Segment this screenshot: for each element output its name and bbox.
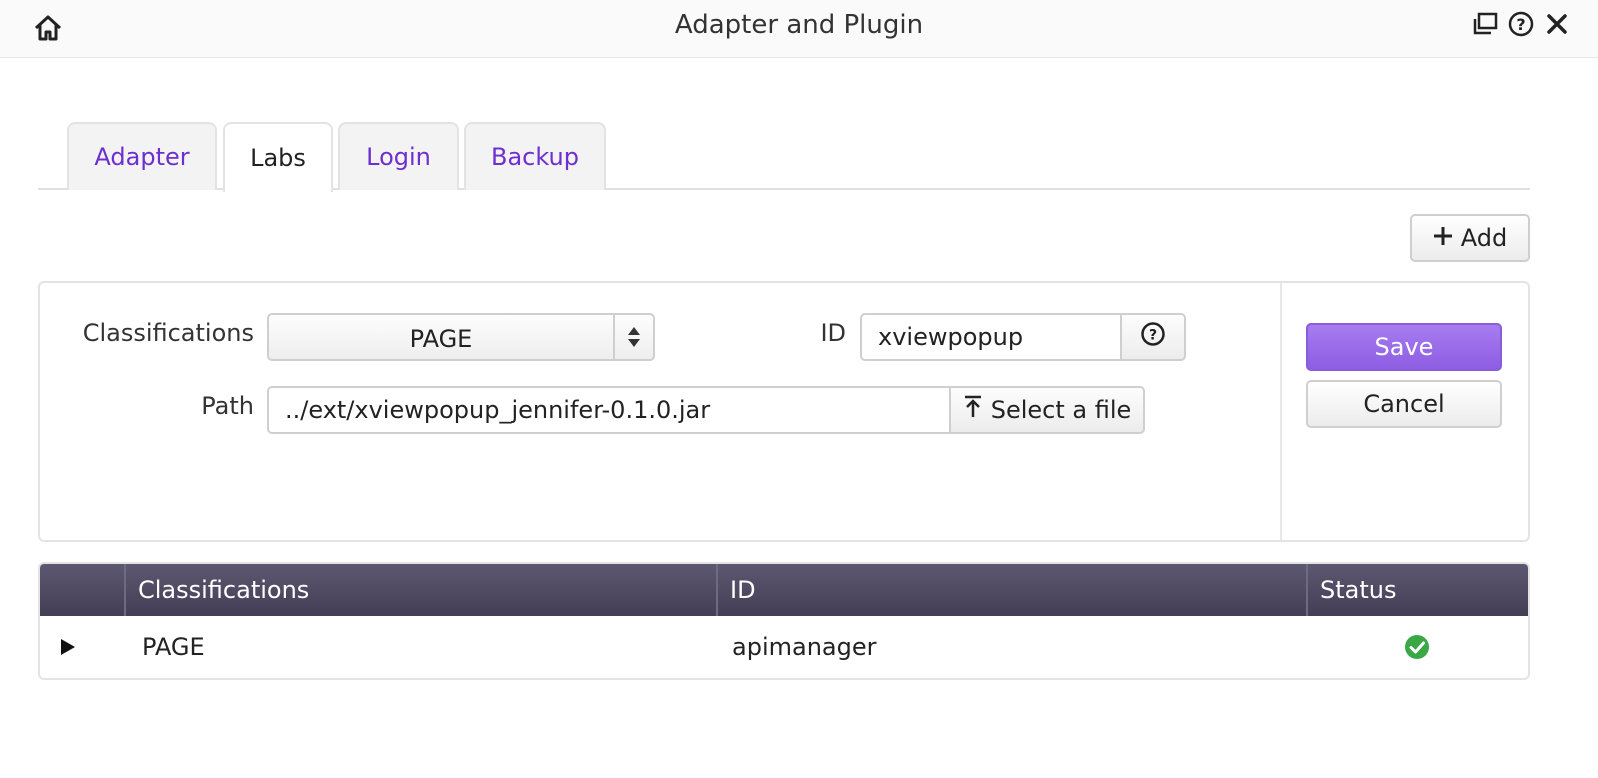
help-icon[interactable]: ? bbox=[1506, 8, 1536, 40]
select-file-button[interactable]: Select a file bbox=[949, 386, 1145, 434]
row-id: apimanager bbox=[732, 633, 877, 661]
column-header-classifications[interactable]: Classifications bbox=[124, 564, 716, 616]
svg-text:?: ? bbox=[1149, 328, 1157, 344]
path-label: Path bbox=[201, 392, 254, 420]
plugin-form: Classifications PAGE ID xviewpopup ? Pat… bbox=[38, 281, 1530, 542]
window-title: Adapter and Plugin bbox=[674, 10, 924, 40]
id-help-button[interactable]: ? bbox=[1120, 313, 1186, 361]
path-input[interactable]: ../ext/xviewpopup_jennifer-0.1.0.jar bbox=[267, 386, 951, 434]
select-arrows-icon bbox=[613, 315, 653, 359]
tab-backup[interactable]: Backup bbox=[464, 122, 606, 190]
plus-icon bbox=[1433, 224, 1453, 252]
save-button[interactable]: Save bbox=[1306, 323, 1502, 371]
table-row[interactable]: PAGE apimanager bbox=[40, 616, 1528, 678]
status-ok-icon bbox=[1404, 616, 1434, 678]
id-label: ID bbox=[820, 319, 846, 347]
column-header-id[interactable]: ID bbox=[716, 564, 1306, 616]
plugin-table: Classifications ID Status PAGE apimanage… bbox=[38, 562, 1530, 680]
title-bar: Adapter and Plugin ? bbox=[0, 0, 1598, 58]
column-header-status[interactable]: Status bbox=[1306, 564, 1528, 616]
add-button-label: Add bbox=[1460, 224, 1508, 252]
classifications-label: Classifications bbox=[82, 319, 254, 347]
expand-arrow-icon[interactable] bbox=[60, 616, 90, 678]
row-classification: PAGE bbox=[142, 633, 205, 661]
classifications-select[interactable]: PAGE bbox=[267, 313, 655, 361]
select-file-label: Select a file bbox=[990, 396, 1132, 424]
upload-icon bbox=[963, 395, 983, 425]
panel-divider bbox=[1280, 283, 1282, 540]
help-circle-icon: ? bbox=[1140, 321, 1166, 353]
table-header: Classifications ID Status bbox=[40, 564, 1528, 616]
close-icon[interactable] bbox=[1542, 8, 1572, 40]
tab-adapter[interactable]: Adapter bbox=[67, 122, 217, 190]
tab-bar: Adapter Labs Login Backup bbox=[38, 122, 1530, 192]
id-input[interactable]: xviewpopup bbox=[860, 313, 1122, 361]
window-controls: ? bbox=[1470, 8, 1572, 40]
tab-login[interactable]: Login bbox=[338, 122, 459, 190]
restore-icon[interactable] bbox=[1470, 8, 1500, 40]
svg-text:?: ? bbox=[1516, 15, 1525, 34]
classifications-value: PAGE bbox=[409, 325, 473, 353]
add-button[interactable]: Add bbox=[1410, 214, 1530, 262]
cancel-button[interactable]: Cancel bbox=[1306, 380, 1502, 428]
tab-labs[interactable]: Labs bbox=[223, 122, 333, 192]
